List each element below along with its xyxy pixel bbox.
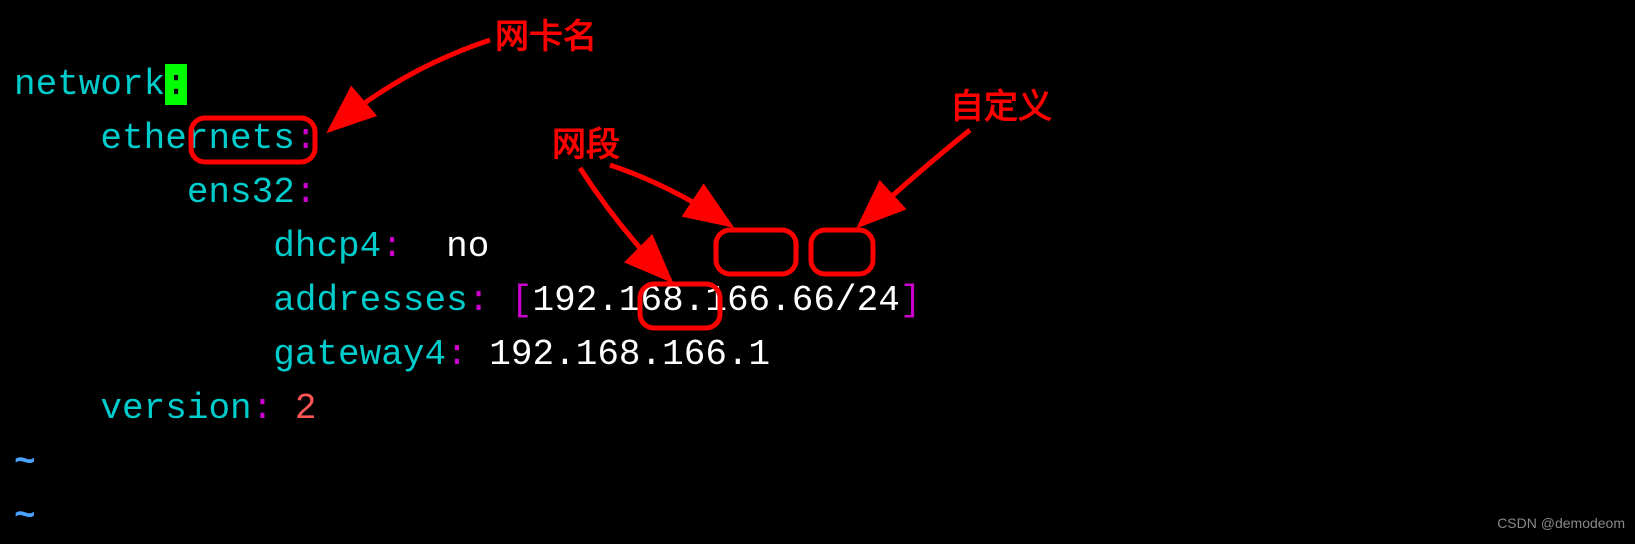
annotation-custom: 自定义 bbox=[950, 82, 1052, 133]
value-version: 2 bbox=[295, 388, 317, 429]
addr-segment: 166 bbox=[705, 280, 770, 321]
key-addresses: addresses bbox=[273, 280, 467, 321]
vim-tilde: ~ bbox=[14, 442, 36, 483]
key-version: version bbox=[100, 388, 251, 429]
annotation-segment: 网段 bbox=[552, 120, 620, 171]
key-dhcp4: dhcp4 bbox=[273, 226, 381, 267]
value-dhcp4: no bbox=[446, 226, 489, 267]
key-ethernets: ethernets bbox=[100, 118, 294, 159]
key-network: network bbox=[14, 64, 165, 105]
key-gateway4: gateway4 bbox=[273, 334, 446, 375]
addr-host: 66 bbox=[792, 280, 835, 321]
vim-tilde: ~ bbox=[14, 496, 36, 537]
key-interface: ens32 bbox=[187, 172, 295, 213]
yaml-content: network: ethernets: ens32: dhcp4: no add… bbox=[14, 4, 921, 544]
gw-segment: 166 bbox=[662, 334, 727, 375]
cursor: : bbox=[165, 64, 187, 105]
annotation-nic-name: 网卡名 bbox=[495, 12, 597, 63]
watermark: CSDN @demodeom bbox=[1497, 513, 1625, 534]
